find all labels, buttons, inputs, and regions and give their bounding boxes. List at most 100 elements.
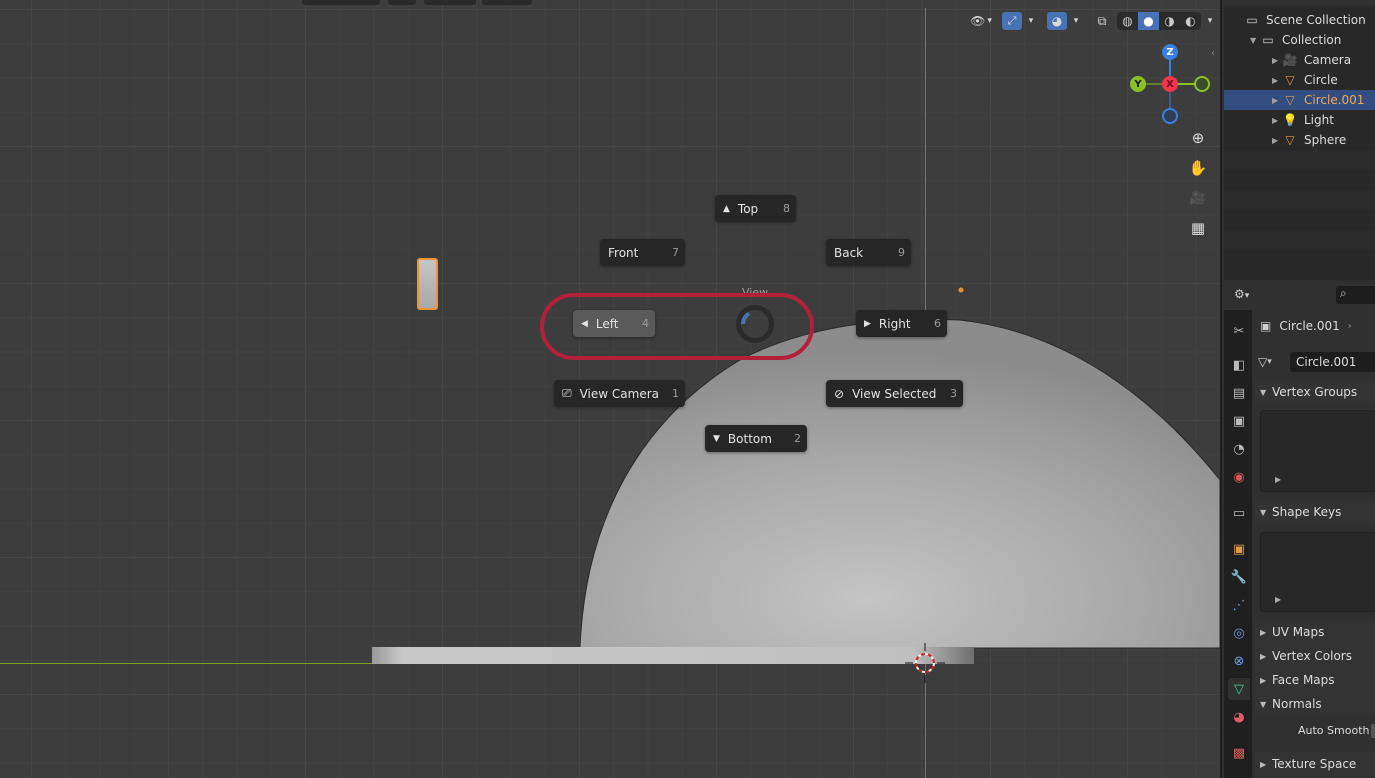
outliner-item-light[interactable]: ▶ 💡 Light: [1224, 110, 1375, 130]
pan-button[interactable]: ✋: [1186, 156, 1210, 180]
wireframe-shading-button[interactable]: ◍: [1117, 12, 1138, 30]
panel-vertex-groups[interactable]: ▼ Vertex Groups: [1254, 380, 1375, 404]
tab-mesh-data[interactable]: ▽: [1228, 678, 1250, 700]
panel-normals[interactable]: ▼ Normals: [1254, 692, 1375, 716]
zoom-button[interactable]: ⊕: [1186, 126, 1210, 150]
gizmo-neg-y-axis[interactable]: [1194, 76, 1210, 92]
outliner-item-sphere[interactable]: ▶ ▽ Sphere: [1224, 130, 1375, 150]
shortcut-key: 6: [934, 317, 941, 330]
editor-type-dropdown[interactable]: ⚙▾: [1234, 287, 1266, 303]
shortcut-key: 3: [950, 387, 957, 400]
chevron-right-icon: ▶: [1272, 75, 1279, 85]
ortho-toggle-button[interactable]: ▦: [1186, 216, 1210, 240]
tab-particles[interactable]: ⋰: [1228, 594, 1250, 616]
rendered-shading-button[interactable]: ◐: [1180, 12, 1201, 30]
tab-scene[interactable]: ◔: [1228, 438, 1250, 460]
xray-toggle-button[interactable]: ⧉: [1093, 12, 1111, 30]
tab-object[interactable]: ▣: [1228, 538, 1250, 560]
tab-material[interactable]: ◕: [1228, 706, 1250, 728]
pie-item-back[interactable]: Back 9: [826, 239, 911, 266]
sidebar-toggle-icon[interactable]: ‹: [1211, 48, 1215, 59]
auto-smooth-checkbox[interactable]: [1371, 724, 1375, 738]
chevron-right-icon: ▶: [1272, 95, 1279, 105]
material-icon: ◕: [1233, 709, 1245, 725]
tab-view-layer[interactable]: ▣: [1228, 410, 1250, 432]
mesh-name-field[interactable]: Circle.001: [1290, 352, 1375, 372]
camera-view-button[interactable]: 🎥: [1186, 186, 1210, 210]
outliner-item-circle[interactable]: ▶ ▽ Circle: [1224, 70, 1375, 90]
pie-item-top[interactable]: ▲ Top 8: [715, 195, 796, 222]
outliner-item-camera[interactable]: ▶ 🎥 Camera: [1224, 50, 1375, 70]
object-breadcrumb: ▣ Circle.001 ›: [1260, 316, 1375, 336]
tab-render[interactable]: ◧: [1228, 354, 1250, 376]
panel-uv-maps[interactable]: ▶ UV Maps: [1254, 620, 1375, 644]
outliner-collection[interactable]: ▼ ▭ Collection: [1224, 30, 1375, 50]
mesh-browse-button[interactable]: ▽ ▾: [1258, 352, 1288, 372]
wrench-icon: 🔧: [1230, 569, 1248, 585]
camera-icon: ⎚: [562, 386, 572, 400]
tab-physics[interactable]: ◎: [1228, 622, 1250, 644]
tab-modifiers[interactable]: 🔧: [1228, 566, 1250, 588]
outliner-label: Circle.001: [1304, 93, 1365, 107]
outliner-item-circle-001[interactable]: ▶ ▽ Circle.001: [1224, 90, 1375, 110]
gizmo-x-axis[interactable]: X: [1162, 76, 1178, 92]
shortcut-key: 7: [672, 246, 679, 259]
tab-collection[interactable]: ▭: [1228, 502, 1250, 524]
vertex-groups-list[interactable]: ▶: [1260, 410, 1375, 492]
gizmo-y-axis[interactable]: Y: [1130, 76, 1146, 92]
3d-viewport[interactable]: 👁 ▾ ⤢ ▾ ◕ ▾ ⧉ ◍ ● ◑ ◐ ▾ Z Y X ⊕ ✋ 🎥 ▦ Vi…: [0, 0, 1220, 778]
chevron-down-icon: ▼: [1260, 507, 1267, 517]
gizmo-z-axis[interactable]: Z: [1162, 44, 1178, 60]
outliner-scene-collection[interactable]: ▭ Scene Collection: [1224, 10, 1375, 30]
circle-object: [372, 647, 974, 664]
pie-item-label: Bottom: [727, 431, 772, 446]
gizmo-toggle-button[interactable]: ⤢: [1002, 12, 1022, 30]
expand-list-icon[interactable]: ▶: [1275, 475, 1281, 484]
tab-tool[interactable]: ✂: [1228, 320, 1250, 342]
panel-face-maps[interactable]: ▶ Face Maps: [1254, 668, 1375, 692]
shape-keys-list[interactable]: ▶: [1260, 532, 1375, 612]
panel-texture-space[interactable]: ▶ Texture Space: [1254, 752, 1375, 776]
visibility-dropdown[interactable]: 👁 ▾: [966, 12, 996, 30]
panel-title: Vertex Groups: [1272, 385, 1358, 399]
scene-collection-icon: ▭: [1246, 13, 1258, 27]
chevron-down-icon: ▾: [1207, 16, 1213, 26]
image-icon: ▣: [1232, 413, 1246, 429]
panel-vertex-colors[interactable]: ▶ Vertex Colors: [1254, 644, 1375, 668]
expand-list-icon[interactable]: ▶: [1275, 595, 1281, 604]
object-icon: ▣: [1232, 541, 1246, 557]
pie-item-view-camera[interactable]: ⎚ View Camera 1: [554, 380, 685, 407]
pie-item-front[interactable]: Front 7: [600, 239, 685, 266]
material-shading-button[interactable]: ◑: [1159, 12, 1180, 30]
pie-item-view-selected[interactable]: ⊘ View Selected 3: [826, 380, 963, 407]
properties-search[interactable]: ⌕: [1336, 286, 1375, 304]
tab-texture[interactable]: ▩: [1228, 742, 1250, 764]
chevron-right-icon: ▶: [1272, 115, 1279, 125]
overlays-toggle-button[interactable]: ◕: [1047, 12, 1067, 30]
tab-output[interactable]: ▤: [1228, 382, 1250, 404]
triangle-up-icon: ▲: [723, 203, 730, 214]
wireframe-sphere-icon: ◍: [1122, 14, 1133, 28]
gizmo-dropdown[interactable]: ▾: [1024, 12, 1038, 30]
tab-world[interactable]: ◉: [1228, 466, 1250, 488]
solid-shading-button[interactable]: ●: [1138, 12, 1159, 30]
panel-title: UV Maps: [1272, 625, 1325, 639]
chevron-down-icon: ▾: [1267, 357, 1272, 367]
shading-dropdown[interactable]: ▾: [1203, 12, 1217, 30]
auto-smooth-label: Auto Smooth: [1298, 724, 1370, 737]
gizmo-neg-z-axis[interactable]: [1162, 108, 1178, 124]
tab-constraints[interactable]: ⊗: [1228, 650, 1250, 672]
chevron-down-icon: ▾: [1073, 16, 1079, 26]
shading-mode-group: ◍ ● ◑ ◐: [1117, 12, 1201, 30]
pie-item-right[interactable]: ▶ Right 6: [856, 310, 947, 337]
panel-title: Shape Keys: [1272, 505, 1342, 519]
outliner-label: Circle: [1304, 73, 1338, 87]
grid-icon: ▦: [1190, 219, 1206, 237]
overlays-dropdown[interactable]: ▾: [1069, 12, 1083, 30]
material-sphere-icon: ◑: [1164, 14, 1175, 28]
pie-item-label: Top: [737, 201, 759, 216]
gizmo-icon: ⤢: [1007, 14, 1017, 27]
panel-shape-keys[interactable]: ▼ Shape Keys: [1254, 500, 1375, 524]
pie-item-bottom[interactable]: ▼ Bottom 2: [705, 425, 807, 452]
object-icon: ▣: [1260, 319, 1272, 333]
